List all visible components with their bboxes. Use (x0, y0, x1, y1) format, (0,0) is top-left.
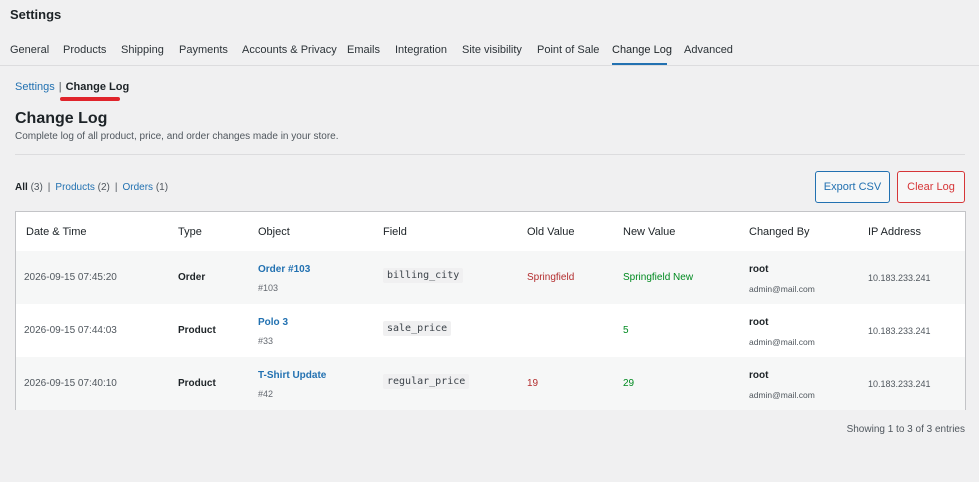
table-header: Date & Time Type Object Field Old Value … (16, 212, 965, 252)
filter-all-count: (3) (30, 182, 43, 193)
page-title: Settings (10, 7, 62, 22)
filter-products-label: Products (55, 182, 95, 193)
cell-ip-address: 10.183.233.241 (868, 326, 931, 336)
column-header-object: Object (258, 226, 290, 238)
filter-products-count: (2) (97, 182, 110, 193)
filter-orders[interactable]: Orders (1) (123, 182, 169, 193)
settings-tabs: General Products Shipping Payments Accou… (0, 34, 979, 66)
breadcrumb-current: Change Log (65, 81, 130, 93)
cell-type: Product (178, 378, 216, 389)
change-log-table: Date & Time Type Object Field Old Value … (15, 211, 966, 410)
section-title: Change Log (15, 110, 108, 127)
column-header-ip-address: IP Address (868, 226, 921, 238)
cell-ip-address: 10.183.233.241 (868, 273, 931, 283)
cell-new-value: 29 (623, 378, 635, 389)
cell-old-value: 19 (527, 378, 539, 389)
filter-orders-count: (1) (155, 182, 169, 193)
column-header-new-value: New Value (623, 226, 676, 238)
tab-point-of-sale[interactable]: Point of Sale (537, 44, 599, 56)
tab-general[interactable]: General (10, 44, 49, 56)
cell-object-id: #33 (258, 336, 274, 346)
cell-type: Product (178, 325, 216, 336)
filter-links: All (3) | Products (2) | Orders (1) (15, 182, 168, 193)
tab-emails[interactable]: Emails (347, 44, 380, 56)
cell-field: billing_city (383, 268, 464, 283)
cell-new-value: 5 (623, 325, 629, 336)
table-row: 2026-09-15 07:40:10 Product T-Shirt Upda… (16, 357, 965, 410)
filter-separator: | (47, 182, 51, 193)
column-header-changed-by: Changed By (749, 226, 810, 238)
filter-all-label: All (15, 182, 28, 193)
cell-object-link[interactable]: Polo 3 (258, 317, 288, 328)
tab-integration[interactable]: Integration (395, 44, 447, 56)
cell-object-link[interactable]: T-Shirt Update (258, 370, 326, 381)
cell-changed-by-user: root (749, 264, 769, 275)
cell-object-link[interactable]: Order #103 (258, 264, 310, 275)
column-header-date: Date & Time (26, 226, 87, 238)
column-header-field: Field (383, 226, 407, 238)
cell-changed-by-user: root (749, 370, 769, 381)
cell-old-value: Springfield (527, 272, 575, 283)
cell-date: 2026-09-15 07:45:20 (24, 272, 117, 283)
clear-log-button[interactable]: Clear Log (897, 171, 965, 203)
breadcrumb-separator: | (58, 81, 62, 93)
tab-advanced[interactable]: Advanced (684, 44, 733, 56)
tab-accounts-privacy[interactable]: Accounts & Privacy (242, 44, 337, 56)
cell-date: 2026-09-15 07:44:03 (24, 325, 117, 336)
active-tab-indicator (612, 63, 667, 65)
table-row: 2026-09-15 07:44:03 Product Polo 3 #33 s… (16, 304, 965, 357)
tab-change-log[interactable]: Change Log (612, 44, 672, 56)
filter-all[interactable]: All (3) (15, 182, 43, 193)
highlight-underline-annotation (60, 97, 120, 101)
cell-changed-by-email: admin@mail.com (749, 390, 815, 400)
tab-site-visibility[interactable]: Site visibility (462, 44, 522, 56)
cell-changed-by-email: admin@mail.com (749, 284, 815, 294)
tab-shipping[interactable]: Shipping (121, 44, 164, 56)
filter-separator: | (114, 182, 118, 193)
cell-date: 2026-09-15 07:40:10 (24, 378, 117, 389)
section-divider (15, 154, 965, 155)
filter-products[interactable]: Products (2) (55, 182, 109, 193)
tab-payments[interactable]: Payments (179, 44, 228, 56)
entries-count: Showing 1 to 3 of 3 entries (846, 424, 965, 435)
filter-orders-label: Orders (122, 182, 154, 193)
breadcrumb-settings-link[interactable]: Settings (15, 81, 55, 93)
column-header-type: Type (178, 226, 202, 238)
export-csv-button[interactable]: Export CSV (815, 171, 890, 203)
column-header-old-value: Old Value (527, 226, 575, 238)
cell-object-id: #42 (258, 389, 274, 399)
cell-field: regular_price (383, 374, 470, 389)
section-description: Complete log of all product, price, and … (15, 131, 339, 142)
breadcrumb: Settings | Change Log (15, 81, 129, 93)
cell-field: sale_price (383, 321, 452, 336)
cell-new-value: Springfield New (623, 272, 694, 283)
tab-products[interactable]: Products (63, 44, 106, 56)
cell-object-id: #103 (258, 283, 279, 293)
cell-changed-by-email: admin@mail.com (749, 337, 815, 347)
cell-changed-by-user: root (749, 317, 769, 328)
cell-ip-address: 10.183.233.241 (868, 379, 931, 389)
cell-type: Order (178, 272, 206, 283)
table-row: 2026-09-15 07:45:20 Order Order #103 #10… (16, 251, 965, 304)
